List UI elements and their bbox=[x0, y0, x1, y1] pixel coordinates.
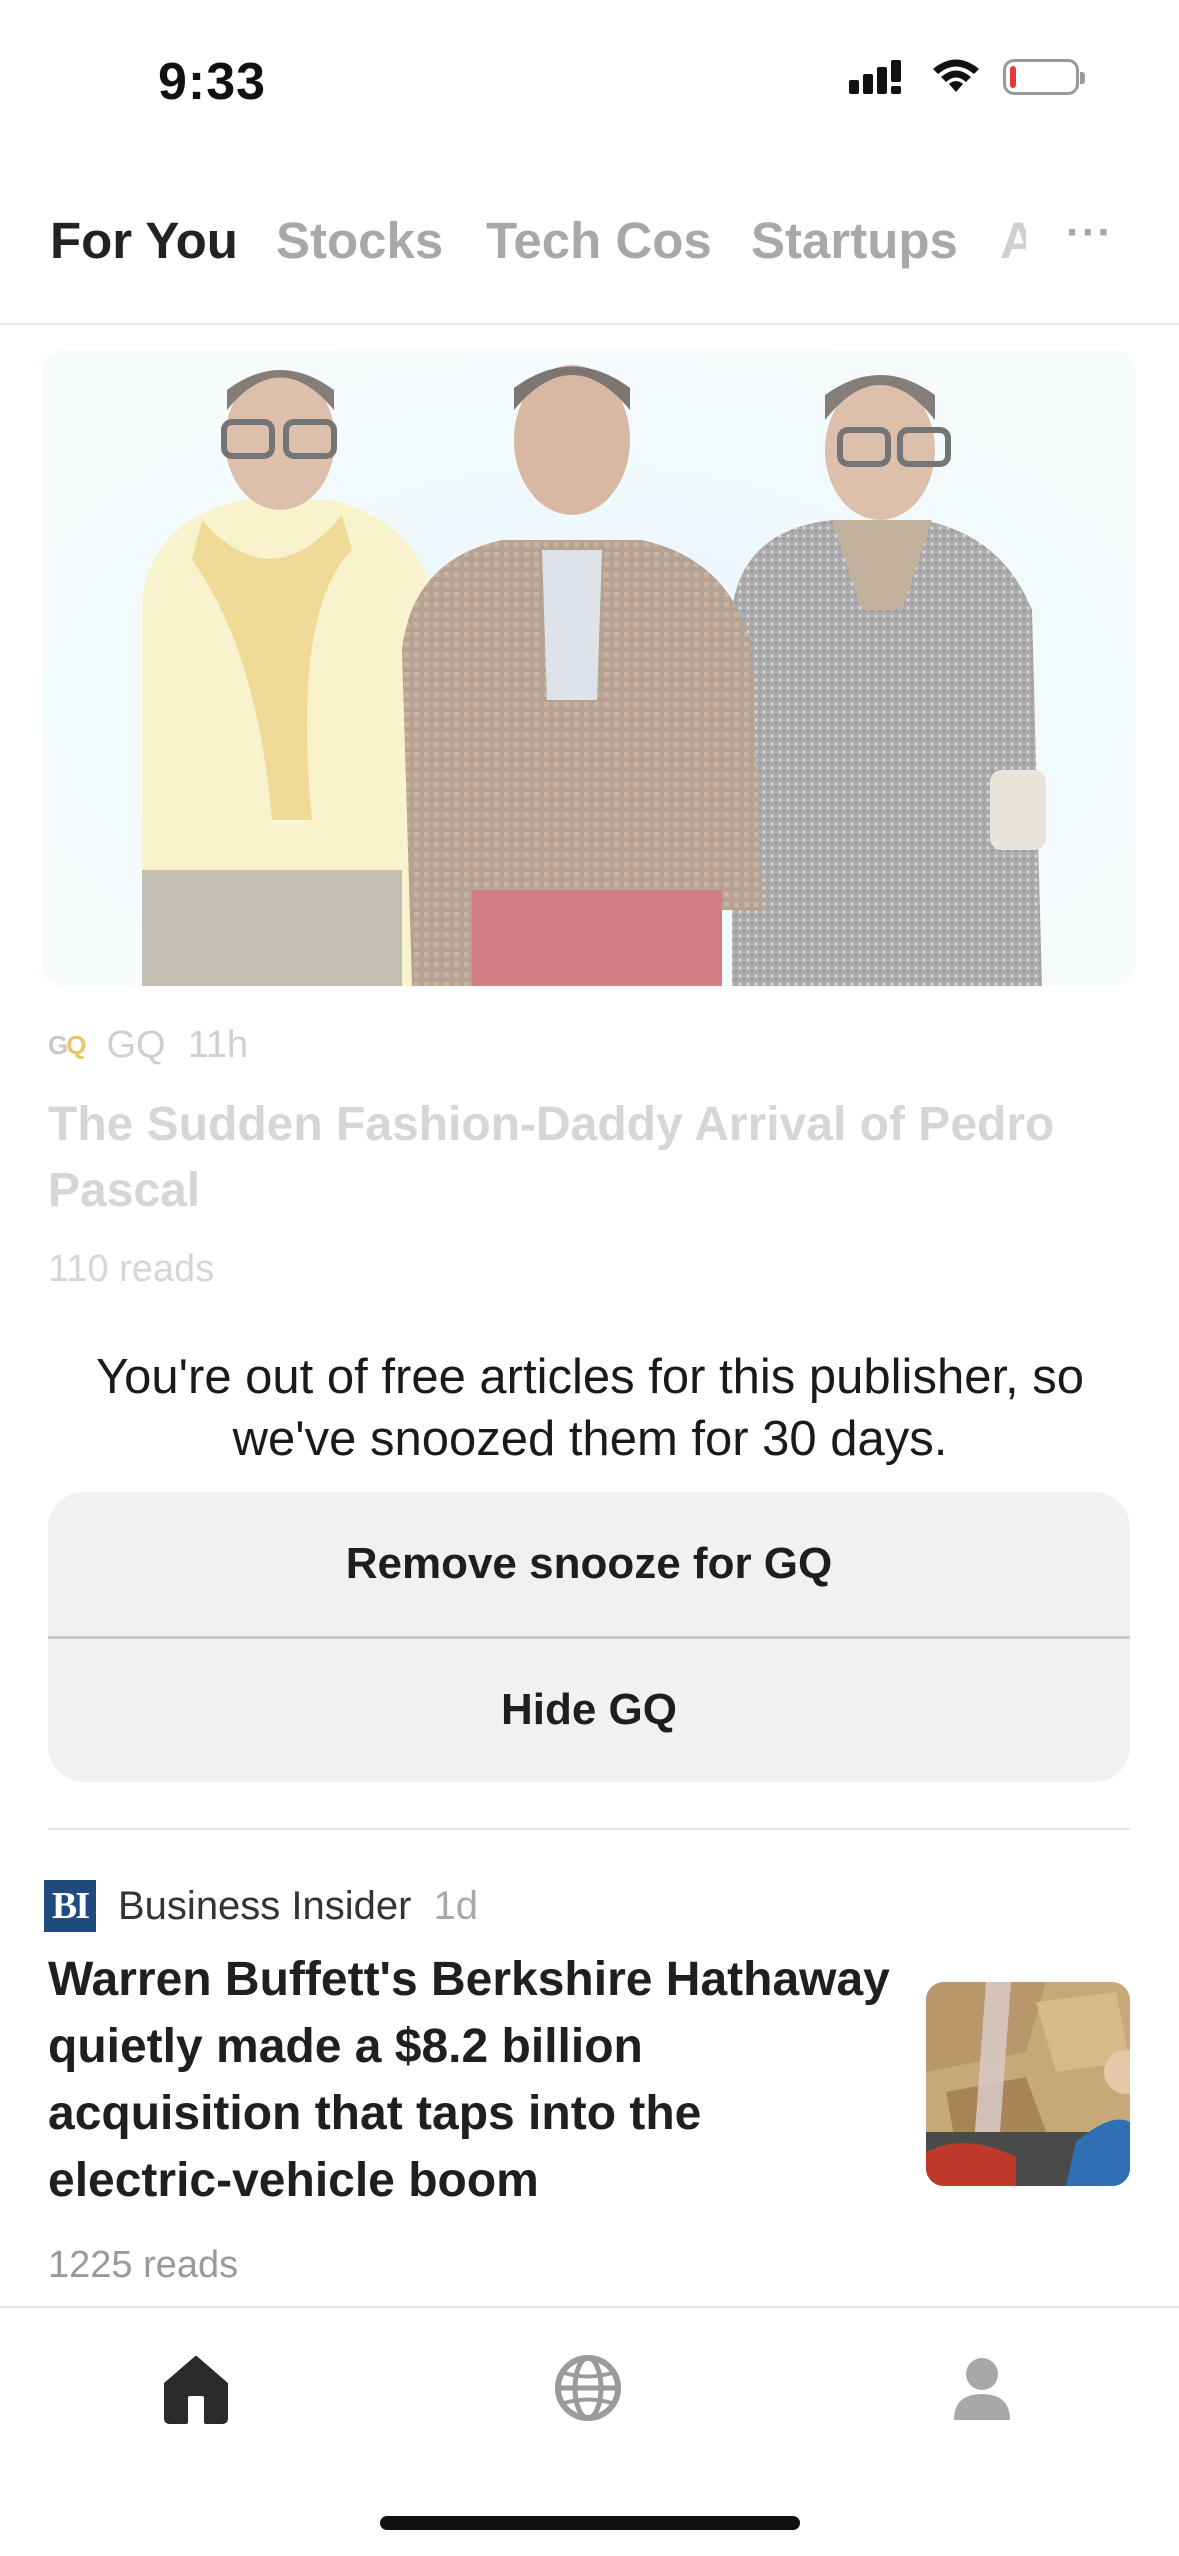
nav-home[interactable] bbox=[156, 2348, 236, 2428]
category-tabs: For You Stocks Tech Cos Startups A ··· bbox=[0, 195, 1179, 325]
tab-tech-cos[interactable]: Tech Cos bbox=[486, 211, 712, 270]
remove-snooze-button[interactable]: Remove snooze for GQ bbox=[48, 1492, 1130, 1636]
snooze-message: You're out of free articles for this pub… bbox=[95, 1350, 1085, 1466]
article2-reads: 1225 reads bbox=[48, 2244, 239, 2286]
article2-thumbnail[interactable] bbox=[926, 1982, 1130, 2186]
snooze-actions: Remove snooze for GQ Hide GQ bbox=[48, 1492, 1130, 1782]
status-icons bbox=[849, 58, 1085, 96]
home-indicator[interactable] bbox=[380, 2516, 800, 2530]
wifi-icon bbox=[933, 59, 979, 92]
tab-overflow-label: A bbox=[1000, 212, 1026, 269]
nav-profile[interactable] bbox=[942, 2348, 1022, 2428]
battery-low-icon bbox=[1003, 59, 1085, 95]
article1-source-row[interactable]: GQ GQ 11h bbox=[48, 1024, 248, 1067]
status-time: 9:33 bbox=[158, 53, 267, 111]
article2-source: Business Insider bbox=[118, 1883, 412, 1928]
article2-source-row[interactable]: BI Business Insider 1d bbox=[44, 1880, 478, 1932]
tab-startups[interactable]: Startups bbox=[751, 211, 958, 270]
article1-source: GQ bbox=[106, 1024, 166, 1066]
tab-for-you[interactable]: For You bbox=[50, 211, 238, 270]
tab-overflow-partial[interactable]: A bbox=[1000, 211, 1026, 281]
battery-level bbox=[1010, 66, 1016, 88]
article-hero-image[interactable] bbox=[42, 350, 1136, 986]
hide-publisher-button[interactable]: Hide GQ bbox=[48, 1638, 1130, 1782]
article1-title[interactable]: The Sudden Fashion-Daddy Arrival of Pedr… bbox=[48, 1092, 1128, 1224]
hero-illustration bbox=[42, 350, 1136, 986]
article2-time: 1d bbox=[433, 1883, 478, 1928]
more-tabs-button[interactable]: ··· bbox=[1066, 211, 1138, 263]
nav-explore[interactable] bbox=[548, 2348, 628, 2428]
article1-reads: 110 reads bbox=[48, 1248, 215, 1290]
globe-icon bbox=[555, 2355, 621, 2421]
signal-icon bbox=[849, 60, 901, 94]
status-bar: 9:33 bbox=[0, 0, 1179, 170]
tab-stocks[interactable]: Stocks bbox=[276, 211, 443, 270]
profile-icon bbox=[954, 2358, 1010, 2420]
gq-logo-icon: GQ bbox=[48, 1030, 86, 1060]
thumbnail-image bbox=[926, 1982, 1130, 2186]
section-divider bbox=[48, 1828, 1130, 1830]
home-icon bbox=[164, 2356, 228, 2424]
article1-time: 11h bbox=[187, 1024, 249, 1066]
business-insider-logo-icon: BI bbox=[44, 1880, 96, 1932]
article2-title[interactable]: Warren Buffett's Berkshire Hathaway quie… bbox=[48, 1946, 898, 2214]
